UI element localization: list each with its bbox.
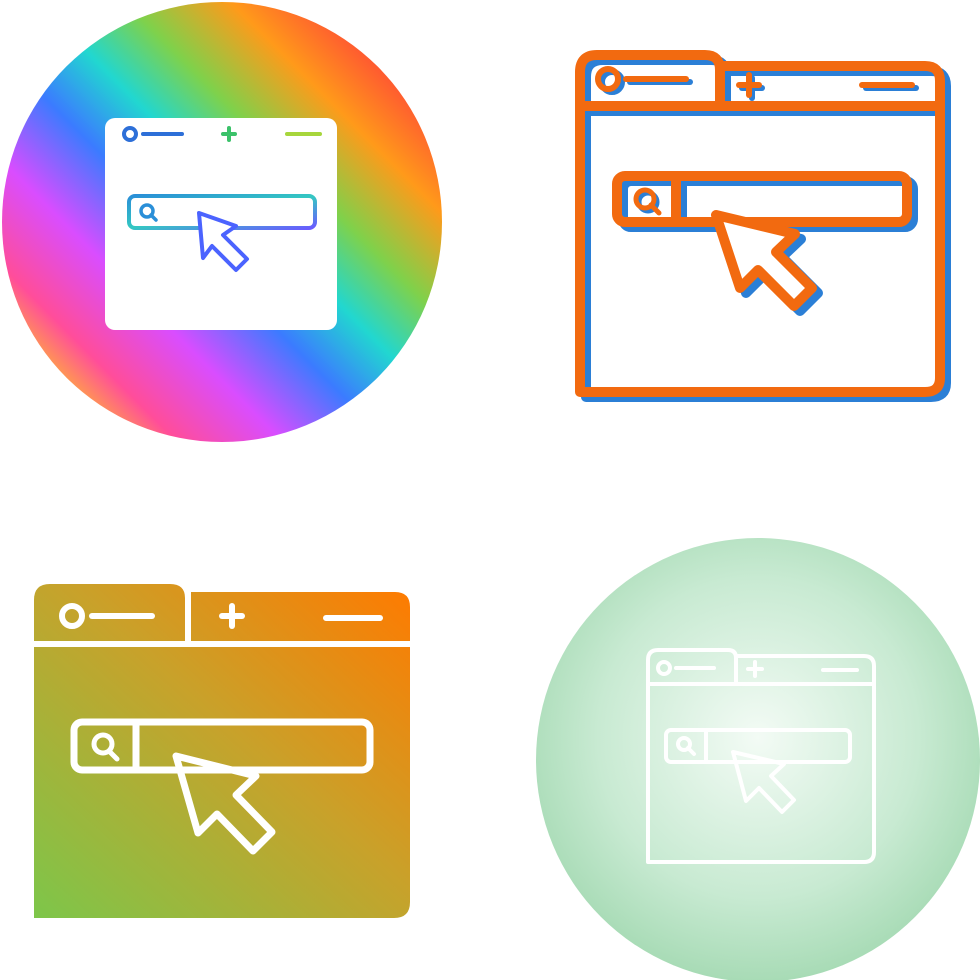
browser-search-icon-outline xyxy=(575,50,951,402)
plus-icon xyxy=(736,72,765,101)
browser-search-icon-light xyxy=(536,538,980,980)
browser-search-icon-rainbow xyxy=(2,2,442,442)
browser-window-icon xyxy=(34,584,410,918)
browser-search-icon-solid xyxy=(34,584,410,918)
icon-sheet-svg xyxy=(2,2,980,980)
search-icon xyxy=(633,187,662,216)
tab-dot-icon xyxy=(595,66,621,92)
icon-sheet xyxy=(0,0,980,980)
